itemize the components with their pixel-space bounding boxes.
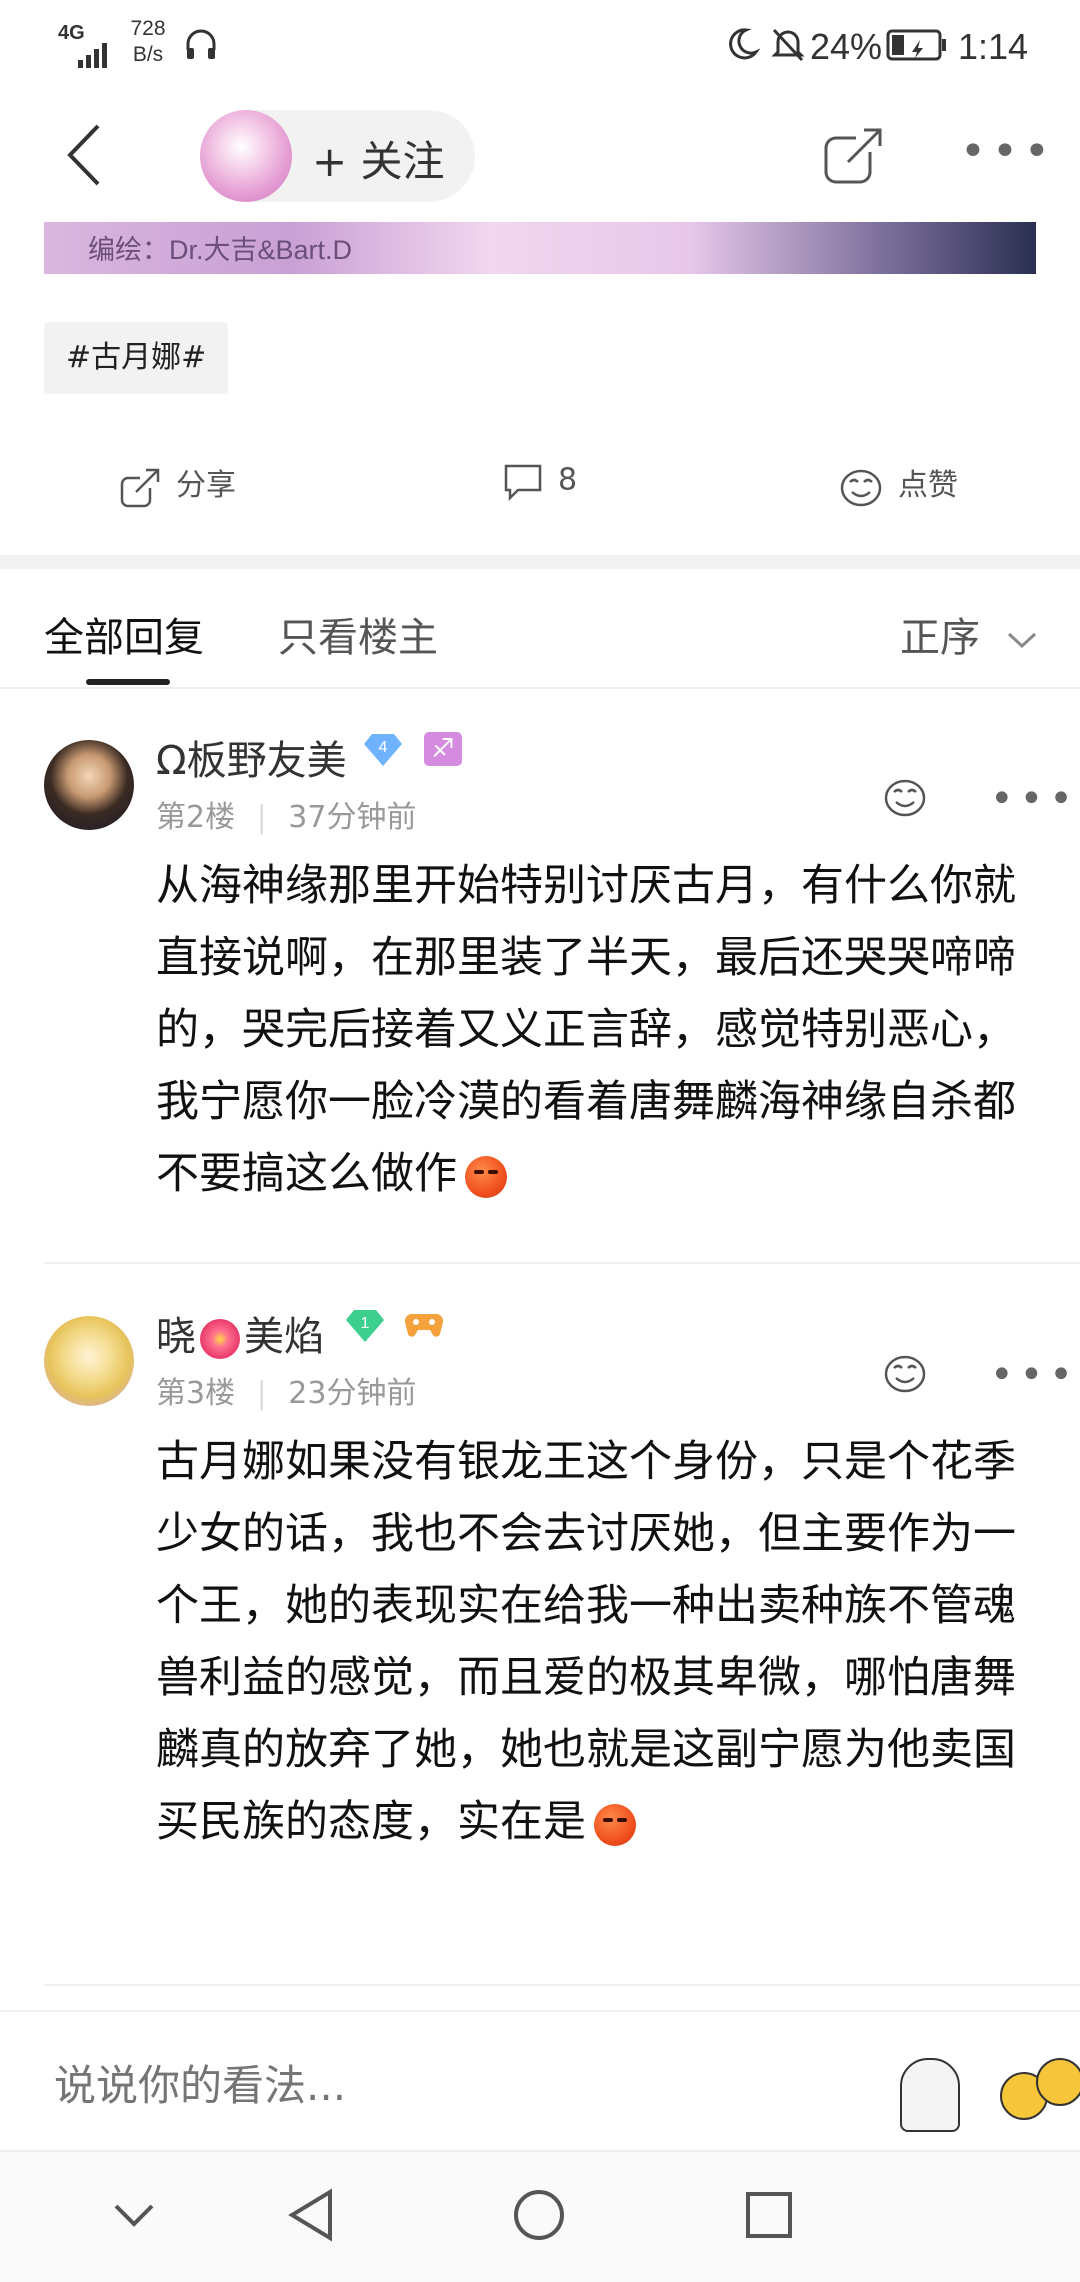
post-image[interactable]: 编绘：Dr.大吉&Bart.D [44, 222, 1036, 274]
sort-label: 正序 [900, 615, 980, 661]
angry-face-emoji-icon [465, 1155, 507, 1198]
reply-input[interactable] [52, 2060, 856, 2111]
comment-action[interactable]: 8 [502, 460, 577, 520]
moon-icon [729, 28, 760, 60]
tab-all-replies[interactable]: 全部回复 [44, 605, 204, 663]
comment-meta: 第2楼 | 37分钟前 [156, 800, 417, 835]
diamond-level-badge: 1 [346, 1310, 384, 1342]
topic-tag[interactable]: #古月娜# [44, 322, 229, 394]
comment-item: 晓 美焰 1 第3楼 | 23分钟前 ••• 古月娜如果没有银龙王这个身份，只是个… [0, 1276, 1080, 1976]
like-face-icon[interactable] [882, 1352, 928, 1394]
comment-text: 从海神缘那里开始特别讨厌古月，有什么你就直接说啊，在那里装了半天，最后还哭哭啼啼… [156, 850, 1036, 1210]
signal-bars-icon [78, 43, 107, 68]
mute-bell-icon [771, 28, 805, 62]
like-label: 点赞 [898, 468, 958, 503]
comment-more-button[interactable]: ••• [990, 776, 1079, 822]
comment-divider [44, 1984, 1080, 1986]
sticker-face-icon[interactable] [1036, 2058, 1080, 2106]
like-action[interactable]: 点赞 [838, 460, 958, 520]
chevron-down-icon[interactable] [112, 2200, 156, 2230]
diamond-level-badge: 4 [364, 734, 402, 766]
comment-body: 从海神缘那里开始特别讨厌古月，有什么你就直接说啊，在那里装了半天，最后还哭哭啼啼… [156, 861, 1016, 1199]
active-tab-indicator [86, 679, 170, 685]
username[interactable]: Ω板野友美 [156, 728, 347, 786]
zodiac-badge-icon: ♐ [424, 732, 462, 766]
more-menu-button[interactable]: ••• [960, 126, 1056, 177]
speed-unit: B/s [132, 43, 164, 66]
image-caption: 编绘：Dr.大吉&Bart.D [88, 235, 353, 265]
level-number: 4 [379, 739, 388, 756]
back-icon[interactable] [62, 122, 106, 188]
timestamp: 37分钟前 [288, 800, 417, 835]
like-face-icon [840, 469, 882, 506]
sticker-character-icon[interactable] [900, 2058, 960, 2132]
comment-count: 8 [558, 462, 578, 498]
comment-icon [504, 464, 542, 502]
floor-number: 第3楼 [156, 1376, 236, 1411]
comment-item: Ω板野友美 4 ♐ 第2楼 | 37分钟前 ••• 从海神缘那里开始特别讨厌古月… [0, 700, 1080, 1260]
level-number: 1 [361, 1315, 370, 1332]
hibiscus-emoji-icon [200, 1319, 240, 1359]
speed-value: 728 [130, 17, 166, 40]
comment-text: 古月娜如果没有银龙王这个身份，只是个花季少女的话，我也不会去讨厌她，但主要作为一… [156, 1426, 1036, 1858]
network-type: 4G [58, 22, 85, 44]
share-icon[interactable] [822, 122, 888, 188]
avatar[interactable] [44, 740, 134, 830]
username[interactable]: 晓 美焰 [156, 1304, 324, 1362]
share-label: 分享 [176, 468, 236, 503]
comment-meta: 第3楼 | 23分钟前 [156, 1376, 417, 1411]
comment-more-button[interactable]: ••• [990, 1352, 1079, 1398]
battery-icon [886, 29, 946, 61]
floor-number: 第2楼 [156, 800, 236, 835]
timestamp: 23分钟前 [288, 1376, 417, 1411]
home-circle-icon[interactable] [512, 2188, 566, 2242]
sort-dropdown[interactable]: 正序 [900, 605, 1037, 663]
chevron-down-icon [1007, 632, 1036, 649]
share-icon [120, 468, 160, 507]
follow-button[interactable]: + 关注 [312, 128, 445, 189]
avatar[interactable] [44, 1316, 134, 1406]
battery-percent: 24% [810, 26, 883, 67]
status-bar: 4G 728 B/s 24% 1:14 [0, 0, 1080, 96]
clock: 1:14 [958, 26, 1029, 67]
signal-icon: 4G [58, 22, 107, 68]
username-part: 美焰 [244, 1314, 324, 1360]
section-divider [0, 555, 1080, 569]
angry-face-emoji-icon [594, 1803, 636, 1846]
comment-body: 古月娜如果没有银龙王这个身份，只是个花季少女的话，我也不会去讨厌她，但主要作为一… [156, 1437, 1016, 1847]
network-speed: 728 B/s [124, 16, 172, 68]
comment-divider [44, 1262, 1080, 1264]
back-triangle-icon[interactable] [286, 2188, 336, 2242]
headphones-icon [186, 29, 216, 59]
reply-input-bar [0, 2010, 1080, 2152]
tab-op-only[interactable]: 只看楼主 [278, 605, 438, 663]
like-face-icon[interactable] [882, 776, 928, 818]
username-part: 晓 [156, 1314, 196, 1360]
recents-square-icon[interactable] [744, 2190, 794, 2240]
gamepad-badge-icon [404, 1313, 444, 1337]
system-nav-bar [0, 2150, 1080, 2282]
share-action[interactable]: 分享 [120, 460, 236, 520]
author-avatar[interactable] [200, 110, 292, 202]
top-nav: + 关注 ••• [0, 96, 1080, 221]
reply-tabs: 全部回复 只看楼主 正序 [0, 569, 1080, 689]
